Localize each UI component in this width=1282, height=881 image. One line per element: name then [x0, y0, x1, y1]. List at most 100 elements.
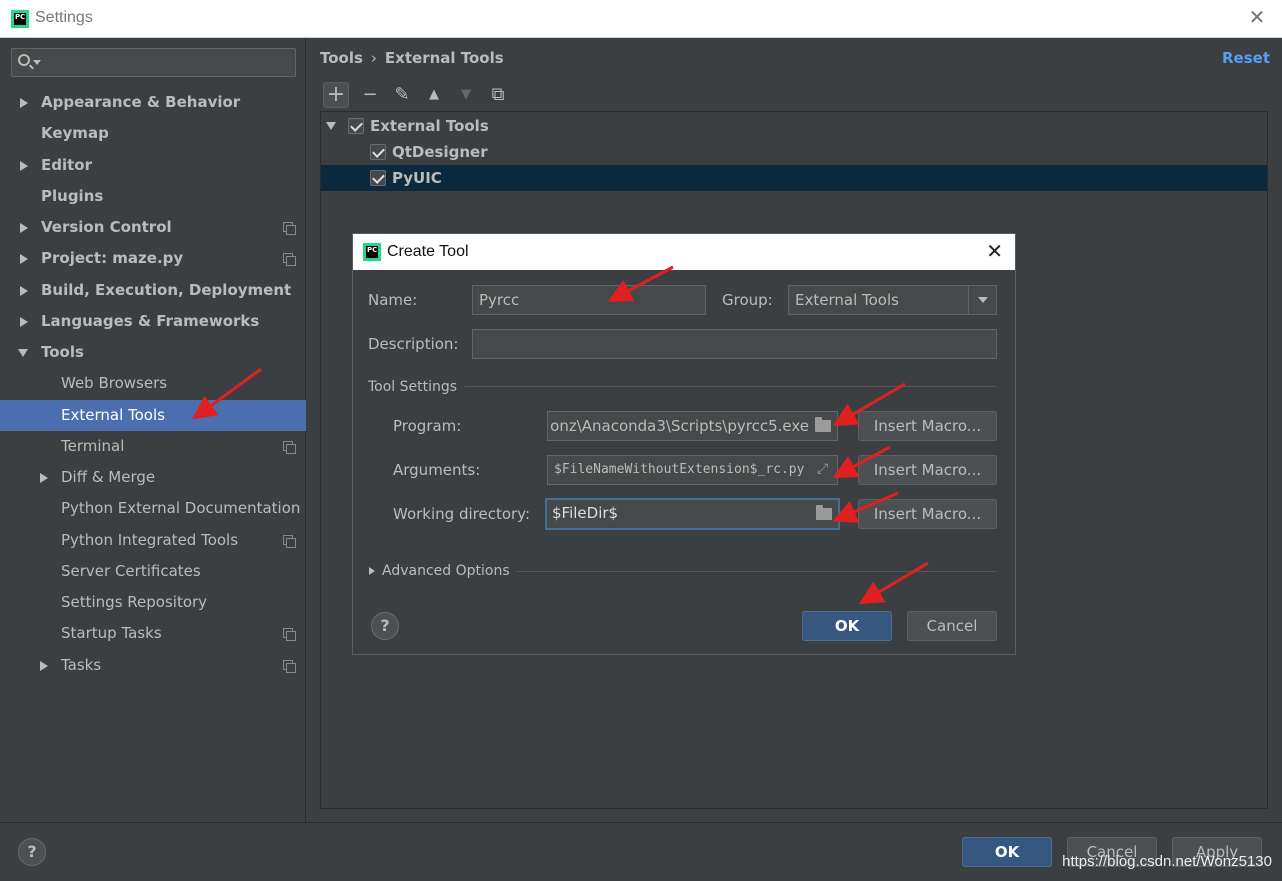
create-tool-dialog: PC Create Tool ✕ Name: Pyrcc Group: Exte… — [352, 233, 1016, 655]
sidebar-item-startup-tasks[interactable]: Startup Tasks — [0, 618, 306, 649]
sidebar-item-label: Tools — [41, 343, 84, 361]
folder-icon[interactable] — [815, 417, 831, 432]
dialog-cancel-button[interactable]: Cancel — [907, 611, 997, 641]
project-scope-icon — [283, 253, 296, 266]
breadcrumb-external-tools: External Tools — [384, 49, 504, 67]
working-directory-label: Working directory: — [393, 505, 531, 523]
checkbox-icon[interactable] — [348, 118, 364, 134]
expand-arrow-icon[interactable] — [20, 161, 28, 171]
chevron-down-icon[interactable] — [968, 286, 996, 314]
sidebar-item-appearance[interactable]: Appearance & Behavior — [0, 87, 306, 118]
group-select-value: External Tools — [795, 291, 899, 309]
working-directory-value: $FileDir$ — [552, 504, 619, 522]
sidebar-item-tasks[interactable]: Tasks — [0, 650, 306, 681]
pycharm-icon: PC — [363, 243, 381, 261]
tree-row-label: External Tools — [370, 117, 489, 135]
tree-row-label: PyUIC — [392, 169, 442, 187]
breadcrumb: Tools › External Tools — [320, 49, 504, 67]
collapse-arrow-icon[interactable] — [326, 122, 336, 130]
sidebar-item-server-certificates[interactable]: Server Certificates — [0, 556, 306, 587]
arguments-value: $FileNameWithoutExtension$_rc.py — [554, 462, 805, 477]
sidebar-item-terminal[interactable]: Terminal — [0, 431, 306, 462]
arguments-label: Arguments: — [393, 461, 481, 479]
move-up-button[interactable]: ▲ — [421, 82, 447, 108]
edit-tool-button[interactable]: ✎ — [389, 82, 415, 108]
tree-row-qtdesigner[interactable]: QtDesigner — [321, 139, 1267, 165]
sidebar-item-label: Appearance & Behavior — [41, 93, 241, 111]
project-scope-icon — [283, 660, 296, 673]
dialog-titlebar: PC Create Tool ✕ — [353, 234, 1015, 270]
checkbox-icon[interactable] — [370, 144, 386, 160]
expand-arrow-icon[interactable] — [20, 223, 28, 233]
sidebar-item-tools[interactable]: Tools — [0, 337, 306, 368]
sidebar-item-languages[interactable]: Languages & Frameworks — [0, 306, 306, 337]
move-down-button[interactable]: ▼ — [453, 82, 479, 108]
sidebar-item-label: Plugins — [41, 187, 104, 205]
sidebar-item-version-control[interactable]: Version Control — [0, 212, 306, 243]
sidebar-item-python-integrated-tools[interactable]: Python Integrated Tools — [0, 525, 306, 556]
chevron-down-icon[interactable] — [33, 60, 41, 65]
breadcrumb-tools[interactable]: Tools — [320, 49, 363, 67]
settings-sidebar: Appearance & Behavior Keymap Editor Plug… — [0, 38, 306, 822]
remove-tool-button[interactable]: − — [357, 82, 383, 108]
dialog-title: Create Tool — [387, 243, 469, 260]
sidebar-item-external-tools[interactable]: External Tools — [0, 400, 306, 431]
sidebar-item-python-external-docs[interactable]: Python External Documentation — [0, 493, 306, 524]
sidebar-item-editor[interactable]: Editor — [0, 150, 306, 181]
arguments-field[interactable]: $FileNameWithoutExtension$_rc.py ⤢ — [547, 455, 838, 485]
advanced-options-toggle[interactable]: Advanced Options — [382, 563, 510, 579]
expand-arrow-icon[interactable] — [20, 286, 28, 296]
expand-arrow-icon[interactable] — [20, 317, 28, 327]
settings-help-button[interactable]: ? — [18, 838, 46, 866]
name-label: Name: — [368, 291, 418, 309]
sidebar-item-label: Terminal — [61, 437, 125, 455]
sidebar-item-web-browsers[interactable]: Web Browsers — [0, 368, 306, 399]
window-title: Settings — [35, 9, 93, 26]
sidebar-item-label: Web Browsers — [61, 374, 168, 392]
expand-icon[interactable]: ⤢ — [817, 462, 831, 476]
expand-arrow-icon[interactable] — [20, 254, 28, 264]
dialog-ok-button[interactable]: OK — [802, 611, 892, 641]
watermark-text: https://blog.csdn.net/Wonz5130 — [1062, 853, 1272, 870]
advanced-options-divider — [516, 571, 997, 572]
project-scope-icon — [283, 535, 296, 548]
tree-row-label: QtDesigner — [392, 143, 488, 161]
expand-arrow-icon[interactable] — [40, 661, 48, 671]
settings-ok-button[interactable]: OK — [962, 837, 1052, 867]
tool-settings-divider — [465, 386, 997, 387]
folder-icon[interactable] — [816, 505, 832, 520]
window-close-icon[interactable]: ✕ — [1246, 6, 1268, 28]
group-select[interactable]: External Tools — [788, 285, 997, 315]
sidebar-item-keymap[interactable]: Keymap — [0, 118, 306, 149]
program-field[interactable]: onz\Anaconda3\Scripts\pyrcc5.exe — [547, 411, 838, 441]
sidebar-item-diff-merge[interactable]: Diff & Merge — [0, 462, 306, 493]
sidebar-item-plugins[interactable]: Plugins — [0, 181, 306, 212]
project-scope-icon — [283, 628, 296, 641]
expand-arrow-icon[interactable] — [40, 473, 48, 483]
copy-tool-button[interactable]: ⧉ — [485, 82, 511, 108]
program-insert-macro-button[interactable]: Insert Macro... — [858, 411, 997, 441]
sidebar-item-settings-repository[interactable]: Settings Repository — [0, 587, 306, 618]
description-field[interactable] — [472, 329, 997, 359]
sidebar-item-project[interactable]: Project: maze.py — [0, 243, 306, 274]
sidebar-item-build[interactable]: Build, Execution, Deployment — [0, 275, 306, 306]
working-directory-field[interactable]: $FileDir$ — [545, 498, 840, 530]
expand-arrow-icon[interactable] — [369, 567, 375, 575]
name-field[interactable]: Pyrcc — [472, 285, 706, 315]
tree-row-pyuic[interactable]: PyUIC — [321, 165, 1267, 191]
settings-search-input[interactable] — [11, 48, 296, 77]
settings-footer: ? OK Cancel Apply https://blog.csdn.net/… — [0, 822, 1282, 881]
tree-row-external-tools[interactable]: External Tools — [321, 113, 1267, 139]
description-label: Description: — [368, 335, 459, 353]
add-tool-button[interactable]: + — [323, 82, 349, 108]
expand-arrow-icon[interactable] — [20, 98, 28, 108]
dialog-close-icon[interactable]: ✕ — [986, 239, 1003, 263]
workdir-insert-macro-button[interactable]: Insert Macro... — [858, 499, 997, 529]
arguments-insert-macro-button[interactable]: Insert Macro... — [858, 455, 997, 485]
collapse-arrow-icon[interactable] — [18, 349, 28, 357]
sidebar-item-label: Settings Repository — [61, 593, 208, 611]
reset-link[interactable]: Reset — [1222, 49, 1270, 67]
sidebar-item-label: External Tools — [61, 406, 165, 424]
checkbox-icon[interactable] — [370, 170, 386, 186]
dialog-help-button[interactable]: ? — [371, 612, 399, 640]
